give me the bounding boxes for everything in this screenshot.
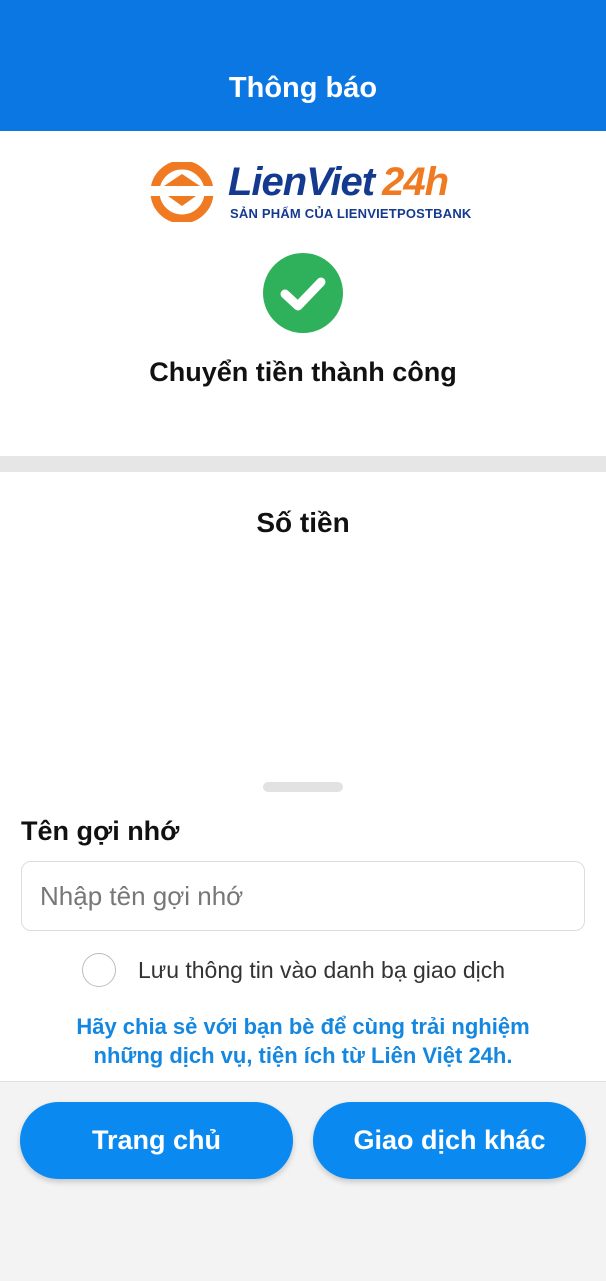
other-transaction-button[interactable]: Giao dịch khác [313,1102,586,1179]
save-contact-checkbox[interactable] [82,953,116,987]
transfer-status-text: Chuyển tiền thành công [149,357,457,387]
lienviet-logo-icon [146,162,218,222]
check-circle-icon [263,253,343,333]
save-contact-label[interactable]: Lưu thông tin vào danh bạ giao dịch [138,957,505,984]
home-button[interactable]: Trang chủ [20,1102,293,1179]
nickname-label: Tên gợi nhớ [21,816,180,846]
logo-name-text: LienViet [228,160,375,204]
lienviet-logo: LienViet 24h SẢN PHẨM CỦA LIENVIETPOSTBAN… [146,160,471,226]
page-title: Thông báo [228,72,378,104]
share-message: Hãy chia sẻ với bạn bè để cùng trải nghi… [76,1014,530,1068]
sheet-drag-handle[interactable] [263,782,343,792]
nickname-input[interactable] [21,861,585,931]
logo-subtitle: SẢN PHẨM CỦA LIENVIETPOSTBANK [230,206,472,221]
header-bar: Thông báo [0,0,606,131]
amount-label: Số tiền [256,507,350,538]
logo-wordmark: LienViet 24h [228,160,449,204]
logo-number-text: 24h [382,160,449,204]
section-divider [0,456,606,472]
